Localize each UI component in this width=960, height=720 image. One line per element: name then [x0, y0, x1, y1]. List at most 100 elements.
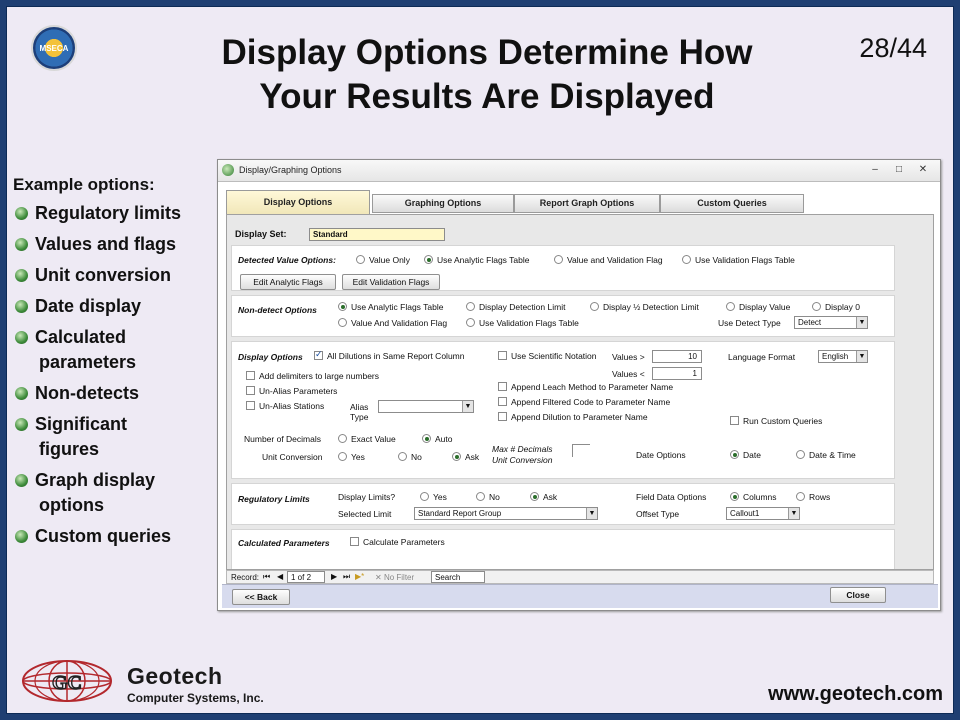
alias-type-label: Alias	[350, 402, 369, 412]
radio-unit-yes[interactable]: Yes	[338, 452, 365, 462]
sci-notation-checkbox[interactable]: Use Scientific Notation	[498, 351, 597, 361]
add-delimiters-checkbox[interactable]: Add delimiters to large numbers	[246, 371, 379, 381]
display-set-field[interactable]: Standard	[309, 228, 445, 241]
values-gt-label: Values >	[612, 352, 645, 362]
radio-unit-no[interactable]: No	[398, 452, 422, 462]
option-label: Use Validation Flags Table	[479, 318, 579, 328]
radio-nd-display-zero[interactable]: Display 0	[812, 302, 860, 312]
radio-date-time[interactable]: Date & Time	[796, 450, 856, 460]
values-lt-label: Values <	[612, 369, 645, 379]
record-position-field[interactable]: 1 of 2	[287, 571, 325, 583]
language-format-select[interactable]: English ▼	[818, 350, 868, 363]
radio-value-only[interactable]: Value Only	[356, 255, 410, 265]
radio-selected-icon	[424, 255, 433, 264]
radio-nd-half-detection-limit[interactable]: Display ½ Detection Limit	[590, 302, 699, 312]
alias-type-select[interactable]: ▼	[378, 400, 474, 413]
checkbox-label: Calculate Parameters	[363, 537, 445, 547]
slide: MSECA Display Options Determine How Your…	[6, 6, 954, 714]
radio-value-validation-flag[interactable]: Value and Validation Flag	[554, 255, 663, 265]
tab-custom-queries[interactable]: Custom Queries	[660, 194, 804, 213]
all-dilutions-checkbox[interactable]: All Dilutions in Same Report Column	[314, 349, 465, 361]
radio-nd-validation-flags[interactable]: Use Validation Flags Table	[466, 318, 579, 328]
back-button[interactable]: << Back	[232, 589, 290, 605]
radio-use-validation-flags[interactable]: Use Validation Flags Table	[682, 255, 795, 265]
bullet-text-cont: figures	[39, 439, 100, 459]
detected-value-label: Detected Value Options:	[238, 255, 336, 265]
svg-text:GC: GC	[52, 672, 82, 694]
tab-graphing-options[interactable]: Graphing Options	[372, 194, 514, 213]
radio-icon	[796, 450, 805, 459]
prev-record-icon[interactable]: ◀	[277, 572, 283, 581]
checkbox-icon	[498, 382, 507, 391]
radio-rows[interactable]: Rows	[796, 492, 830, 502]
radio-icon	[466, 318, 475, 327]
append-leach-checkbox[interactable]: Append Leach Method to Parameter Name	[498, 382, 673, 392]
bullet-icon	[15, 530, 28, 543]
radio-date[interactable]: Date	[730, 450, 761, 460]
run-custom-queries-checkbox[interactable]: Run Custom Queries	[730, 416, 822, 426]
website-url: www.geotech.com	[768, 683, 943, 705]
radio-use-analytic-flags[interactable]: Use Analytic Flags Table	[424, 255, 529, 265]
close-button[interactable]: Close	[830, 587, 886, 603]
list-item: Graph display options	[13, 468, 219, 518]
bullet-icon	[15, 269, 28, 282]
calculate-parameters-checkbox[interactable]: Calculate Parameters	[350, 537, 445, 547]
edit-analytic-flags-button[interactable]: Edit Analytic Flags	[240, 274, 336, 290]
radio-nd-display-value[interactable]: Display Value	[726, 302, 790, 312]
radio-icon	[356, 255, 365, 264]
radio-auto[interactable]: Auto	[422, 434, 453, 444]
append-dilution-checkbox[interactable]: Append Dilution to Parameter Name	[498, 412, 648, 422]
restore-icon[interactable]: □	[890, 163, 908, 177]
values-lt-field[interactable]: 1	[652, 367, 702, 380]
display-set-label: Display Set:	[235, 229, 287, 239]
radio-limits-ask[interactable]: Ask	[530, 492, 557, 502]
checkbox-label: All Dilutions in Same Report Column	[327, 351, 465, 361]
option-label: Use Analytic Flags Table	[351, 302, 444, 312]
bullet-icon	[15, 474, 28, 487]
no-filter-indicator[interactable]: ✕ No Filter	[375, 573, 414, 582]
select-value: Standard Report Group	[418, 509, 502, 518]
radio-icon	[726, 302, 735, 311]
record-search-input[interactable]: Search	[431, 571, 485, 583]
edit-validation-flags-button[interactable]: Edit Validation Flags	[342, 274, 440, 290]
tab-report-graph-options[interactable]: Report Graph Options	[514, 194, 660, 213]
max-decimals-label-2: Unit Conversion	[492, 455, 553, 465]
option-label: Value and Validation Flag	[567, 255, 663, 265]
radio-columns[interactable]: Columns	[730, 492, 777, 502]
company-subtitle: Computer Systems, Inc.	[127, 691, 264, 705]
radio-exact-value[interactable]: Exact Value	[338, 434, 396, 444]
option-label: Value And Validation Flag	[351, 318, 448, 328]
next-record-icon[interactable]: ▶	[331, 572, 337, 581]
list-item: Date display	[13, 294, 219, 319]
checkbox-label: Use Scientific Notation	[511, 351, 597, 361]
offset-type-select[interactable]: Callout1 ▼	[726, 507, 800, 520]
tab-display-options[interactable]: Display Options	[226, 190, 370, 214]
bullet-text-cont: parameters	[39, 352, 137, 372]
title-line-1: Display Options Determine How	[221, 33, 753, 72]
new-record-icon[interactable]: ▶*	[355, 572, 364, 581]
bullet-text: Custom queries	[35, 526, 172, 546]
selected-limit-select[interactable]: Standard Report Group ▼	[414, 507, 598, 520]
minimize-icon[interactable]: –	[866, 163, 884, 177]
values-gt-field[interactable]: 10	[652, 350, 702, 363]
close-icon[interactable]: ✕	[914, 163, 932, 177]
company-name: Geotech	[127, 663, 223, 689]
record-label: Record:	[231, 573, 260, 582]
bullet-icon	[15, 207, 28, 220]
first-record-icon[interactable]: ⏮	[263, 572, 270, 582]
radio-icon	[398, 452, 407, 461]
radio-nd-detection-limit[interactable]: Display Detection Limit	[466, 302, 565, 312]
radio-nd-analytic-flags[interactable]: Use Analytic Flags Table	[338, 302, 443, 312]
radio-unit-ask[interactable]: Ask	[452, 452, 479, 462]
use-detect-type-select[interactable]: Detect ▼	[794, 316, 868, 329]
radio-icon	[420, 492, 429, 501]
field-data-options-label: Field Data Options	[636, 492, 707, 502]
radio-limits-yes[interactable]: Yes	[420, 492, 447, 502]
radio-limits-no[interactable]: No	[476, 492, 500, 502]
unalias-parameters-checkbox[interactable]: Un-Alias Parameters	[246, 386, 337, 396]
last-record-icon[interactable]: ⏭	[343, 572, 350, 582]
unalias-stations-checkbox[interactable]: Un-Alias Stations	[246, 401, 324, 411]
append-filtered-checkbox[interactable]: Append Filtered Code to Parameter Name	[498, 397, 670, 407]
max-decimals-field[interactable]	[572, 444, 590, 457]
radio-nd-value-validation[interactable]: Value And Validation Flag	[338, 318, 447, 328]
